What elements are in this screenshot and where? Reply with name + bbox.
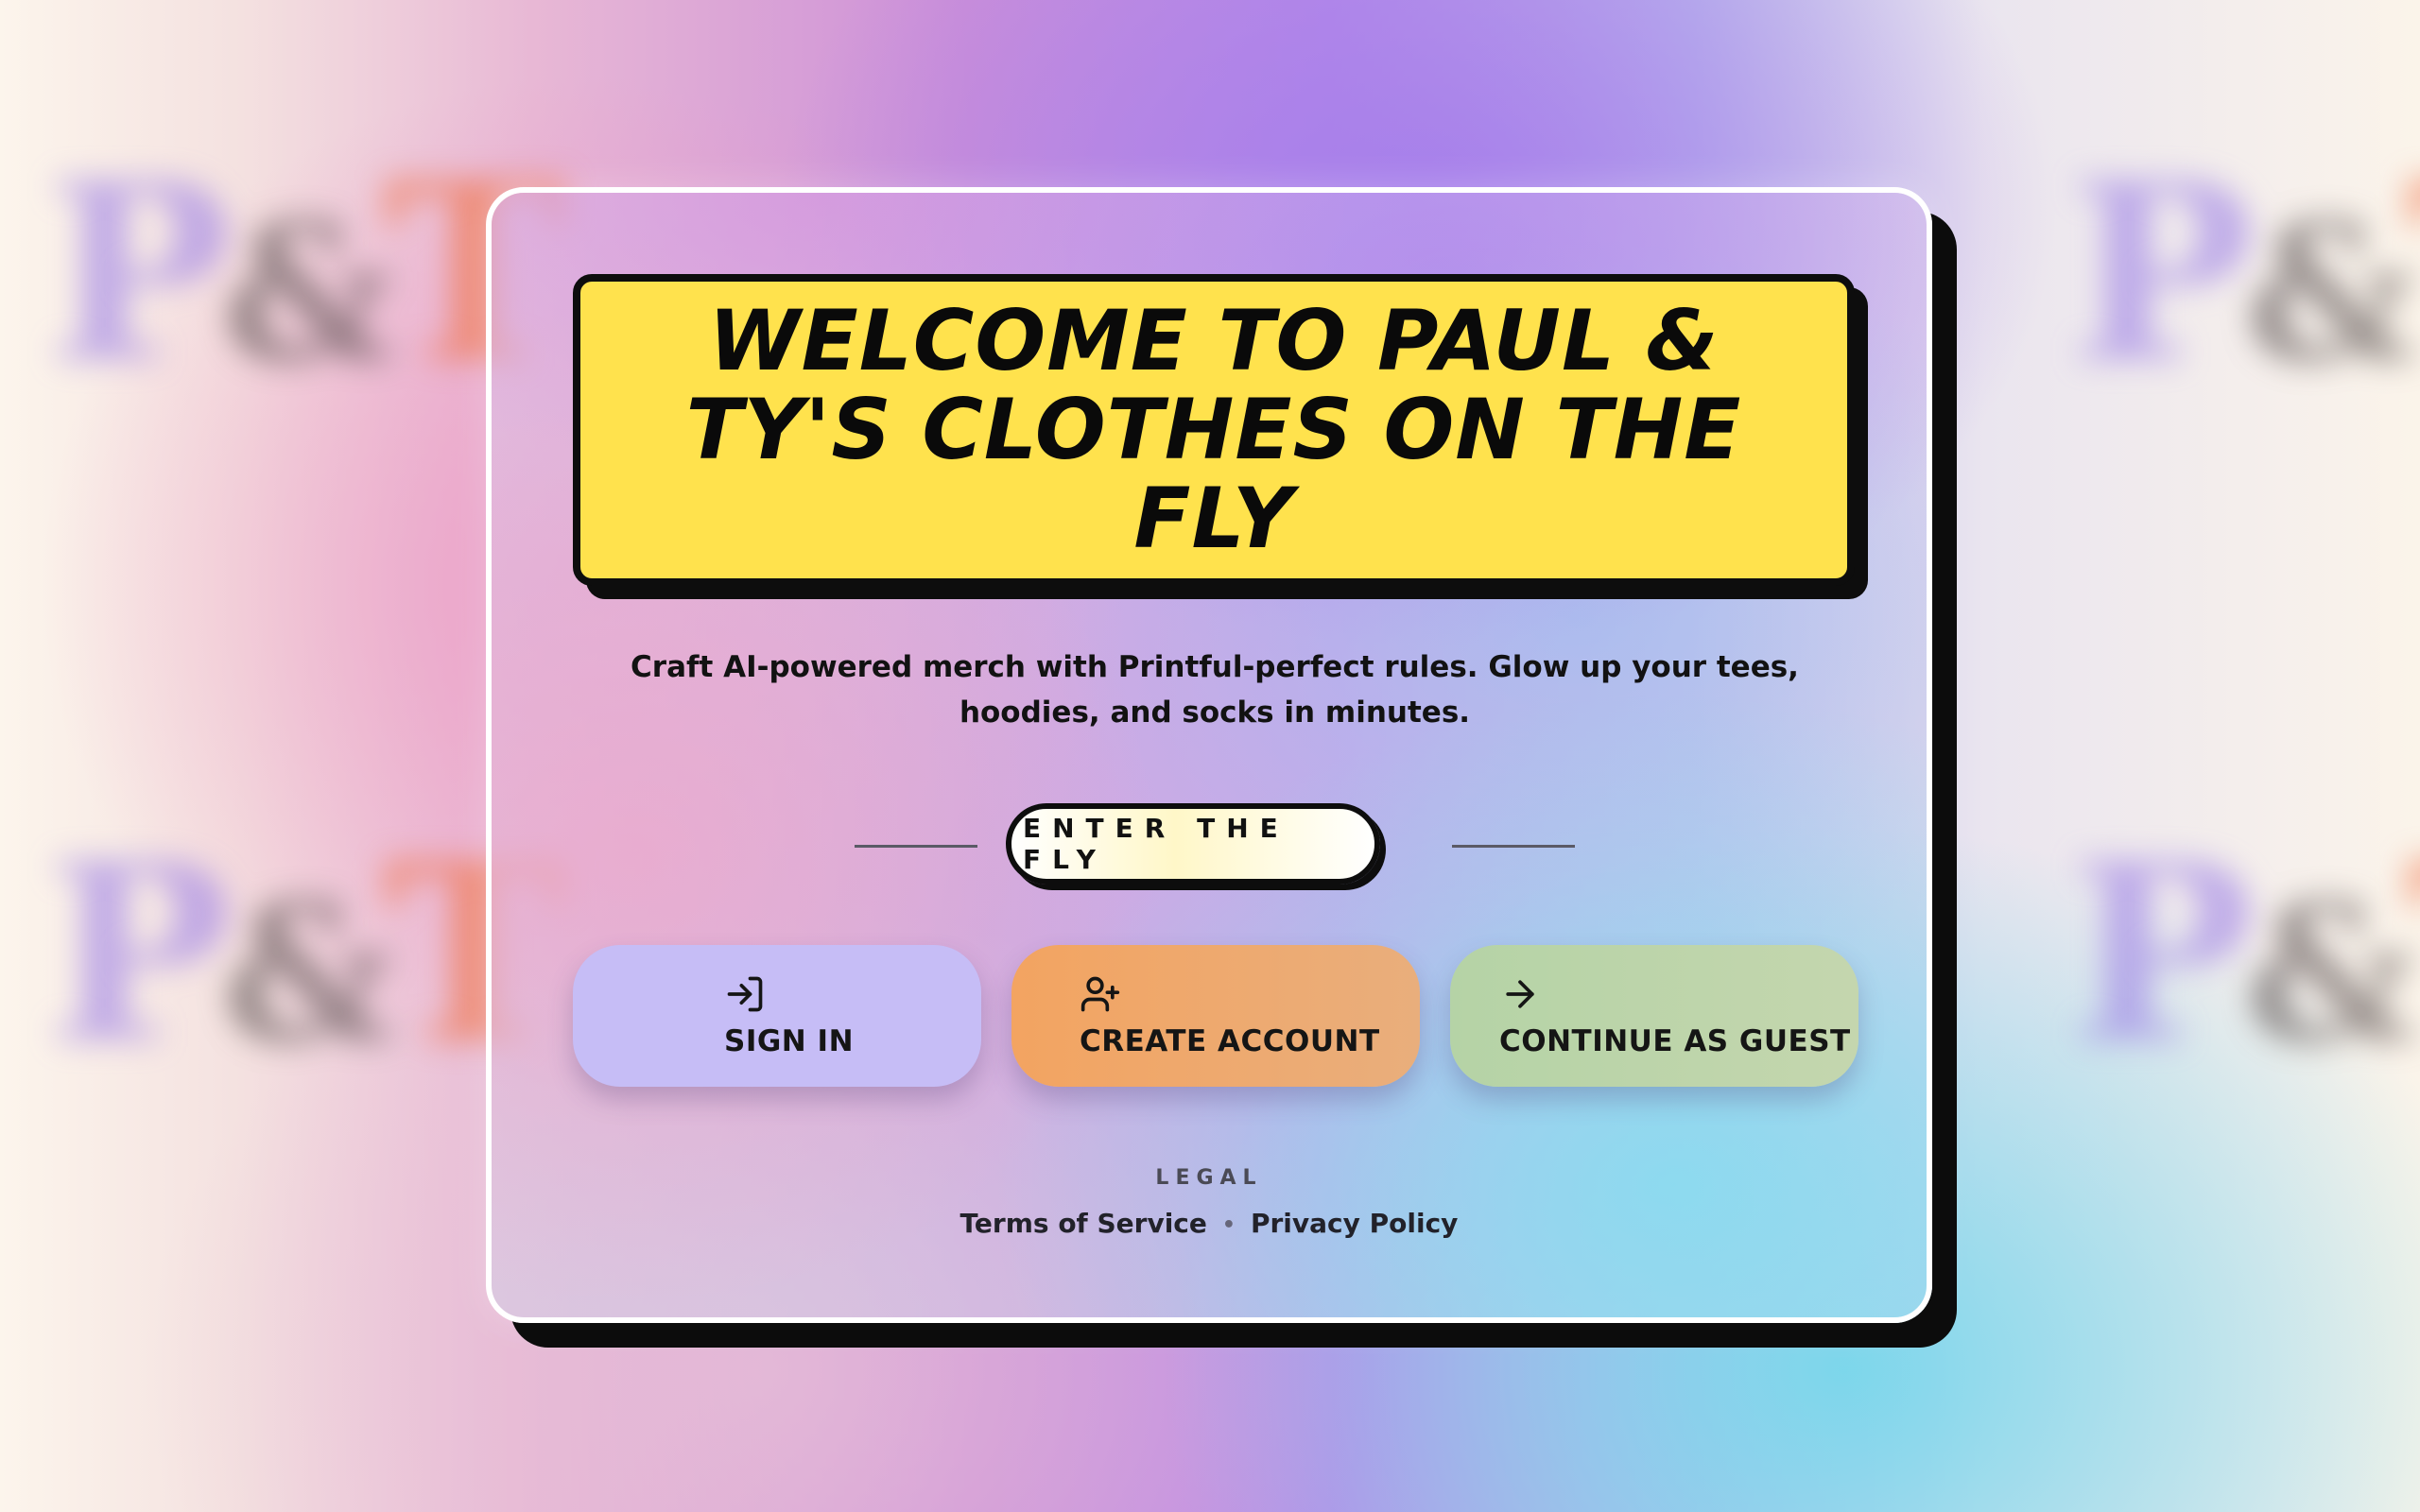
sign-in-icon (727, 976, 763, 1012)
legal-separator: • (1221, 1212, 1236, 1237)
arrow-right-icon (1506, 980, 1534, 1008)
background-logo-mark: P&T (47, 810, 567, 1098)
continue-as-guest-label: CONTINUE AS GUEST (1499, 1024, 1851, 1058)
title-banner: WELCOME TO PAUL & TY'S CLOTHES ON THE FL… (573, 274, 1855, 586)
background-logo-mark: P&T (47, 129, 567, 418)
background-logo-mark: P&T (2070, 129, 2420, 418)
create-account-label: CREATE ACCOUNT (1080, 1024, 1380, 1058)
sign-in-button[interactable]: SIGN IN (573, 945, 981, 1087)
page-subtitle: Craft AI-powered merch with Printful-per… (631, 650, 1799, 730)
enter-the-fly-button[interactable]: ENTER THE FLY (1006, 803, 1380, 885)
legal-links: Terms of Service • Privacy Policy (492, 1208, 1927, 1239)
page-title: WELCOME TO PAUL & TY'S CLOTHES ON THE FL… (685, 292, 1742, 567)
user-plus-icon (1080, 976, 1120, 1012)
legal-heading: LEGAL (1155, 1166, 1263, 1190)
create-account-button[interactable]: CREATE ACCOUNT (1011, 945, 1420, 1087)
terms-of-service-link[interactable]: Terms of Service (960, 1208, 1207, 1239)
privacy-policy-link[interactable]: Privacy Policy (1251, 1208, 1458, 1239)
background-logo-mark: P&T (2070, 810, 2420, 1098)
welcome-card: WELCOME TO PAUL & TY'S CLOTHES ON THE FL… (486, 187, 1932, 1323)
sign-in-label: SIGN IN (724, 1024, 855, 1058)
auth-actions: SIGN IN CREATE ACCOUNT CONTINUE AS GUEST (573, 945, 1858, 1091)
divider-right (1452, 845, 1575, 848)
divider-left (855, 845, 977, 848)
continue-as-guest-button[interactable]: CONTINUE AS GUEST (1450, 945, 1858, 1087)
